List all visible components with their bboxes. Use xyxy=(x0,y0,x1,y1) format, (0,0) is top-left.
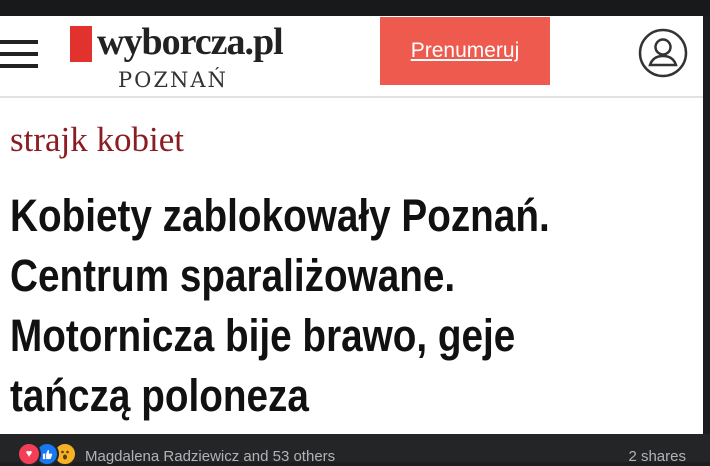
reacted-by-text[interactable]: Magdalena Radziewicz and 53 others xyxy=(85,448,335,465)
logo-text: wyborcza.pl xyxy=(97,21,284,63)
site-header: wyborcza.pl POZNAŃ Prenumeruj xyxy=(0,16,703,98)
headline-line: tańczą poloneza xyxy=(10,370,309,421)
shares-count[interactable]: 2 shares xyxy=(628,448,686,465)
subscribe-button-label: Prenumeruj xyxy=(410,39,520,62)
subscribe-button[interactable]: Prenumeruj xyxy=(380,17,550,85)
headline-line: Motornicza bije brawo, geje xyxy=(10,310,516,361)
section-label[interactable]: strajk kobiet xyxy=(10,120,184,160)
headline-line: Kobiety zablokowały Poznań. xyxy=(10,190,550,241)
hamburger-menu-icon[interactable] xyxy=(0,40,38,70)
city-edition-label: POZNAŃ xyxy=(118,68,228,92)
love-reaction-icon: ♥ xyxy=(17,442,41,466)
reaction-icons[interactable]: ♥ xyxy=(17,442,79,466)
article-headline[interactable]: Kobiety zablokowały Poznań. Centrum spar… xyxy=(10,186,603,426)
browser-top-bar xyxy=(0,0,710,16)
headline-line: Centrum sparaliżowane. xyxy=(10,250,456,301)
shared-screenshot-card: wyborcza.pl POZNAŃ Prenumeruj strajk kob… xyxy=(0,16,703,434)
logo-red-mark xyxy=(70,26,92,62)
user-account-icon[interactable] xyxy=(637,27,689,79)
post-footer: ♥ Magdalena Radziewicz and 53 others 2 s… xyxy=(0,434,710,466)
